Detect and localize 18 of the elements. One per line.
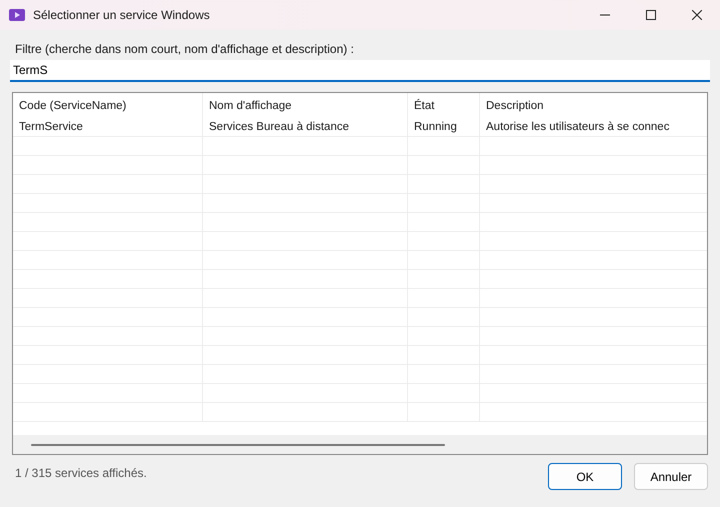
maximize-icon[interactable] [646,10,656,20]
cancel-button[interactable]: Annuler [634,463,708,490]
window-title: Sélectionner un service Windows [33,8,210,22]
column-header[interactable]: Nom d'affichage [203,93,408,118]
status-text: 1 / 315 services affichés. [15,466,147,480]
table-cell-text: Autorise les utilisateurs à se connec [485,120,670,135]
filter-label: Filtre (cherche dans nom court, nom d'affichage et description) : [15,42,355,56]
app-icon [9,8,25,22]
horizontal-scrollbar[interactable] [13,435,707,454]
column-header[interactable]: État [408,93,480,118]
table-cell: Running [408,118,480,136]
close-icon[interactable] [692,10,702,20]
column-header[interactable]: Code (ServiceName) [13,93,203,118]
table-cell: TermService [13,118,203,136]
column-header[interactable]: Description [480,93,707,118]
filter-field[interactable]: TermS [10,60,710,82]
ok-button[interactable]: OK [548,463,622,490]
table-cell: Services Bureau à distance [203,118,408,136]
